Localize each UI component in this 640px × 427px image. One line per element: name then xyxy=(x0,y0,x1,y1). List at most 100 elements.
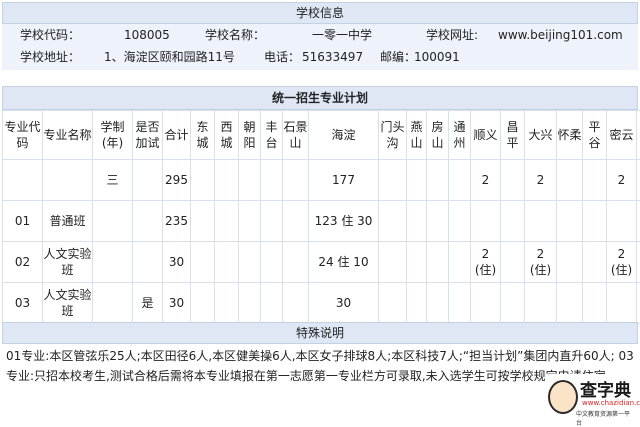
table-row: 03 人文实验班 是 30 30 xyxy=(3,283,640,324)
table-cell xyxy=(379,201,407,242)
school-postal-label: 邮编： xyxy=(380,46,416,68)
table-cell xyxy=(583,160,607,201)
watermark-tagline: 中文教育资源第一平台 xyxy=(576,409,634,427)
column-header: 房山 xyxy=(427,111,449,160)
table-cell xyxy=(283,160,309,201)
table-cell xyxy=(501,242,525,283)
table-cell xyxy=(501,201,525,242)
table-cell xyxy=(93,242,133,283)
school-address-label: 学校地址： xyxy=(20,46,80,68)
column-header: 石景山 xyxy=(283,111,309,160)
table-cell xyxy=(3,160,43,201)
table-cell: 235 xyxy=(163,201,191,242)
column-header: 延庆 xyxy=(637,111,640,160)
school-website-label: 学校网址: xyxy=(426,24,478,46)
table-cell xyxy=(501,160,525,201)
table-cell: 普通班 xyxy=(43,201,93,242)
table-cell xyxy=(239,201,261,242)
column-header: 海淀 xyxy=(309,111,379,160)
table-cell xyxy=(407,242,427,283)
table-cell xyxy=(283,201,309,242)
column-header: 西城 xyxy=(215,111,239,160)
school-code-value: 108005 xyxy=(124,24,170,46)
column-header: 密云 xyxy=(607,111,637,160)
column-header: 顺义 xyxy=(471,111,501,160)
table-cell xyxy=(133,242,163,283)
school-address-value: 1、海淀区颐和园路11号 xyxy=(104,46,235,68)
column-header: 平谷 xyxy=(583,111,607,160)
table-cell xyxy=(215,283,239,324)
table-cell xyxy=(215,160,239,201)
school-postal-value: 100091 xyxy=(414,46,460,68)
table-cell xyxy=(133,160,163,201)
table-cell xyxy=(449,160,471,201)
column-header: 燕山 xyxy=(407,111,427,160)
notes-text: 01专业:本区管弦乐25人;本区田径6人,本区健美操6人,本区女子排球8人;本区… xyxy=(2,344,638,424)
table-cell: 2 xyxy=(525,160,557,201)
table-cell xyxy=(637,160,640,201)
table-cell: 123 住 30 xyxy=(309,201,379,242)
table-cell xyxy=(471,283,501,324)
mascot-icon xyxy=(548,380,578,414)
school-code-label: 学校代码： xyxy=(20,24,80,46)
table-cell: 2 (住) xyxy=(525,242,557,283)
table-cell xyxy=(215,201,239,242)
table-row: 01 普通班 235 123 住 30 xyxy=(3,201,640,242)
table-cell xyxy=(637,242,640,283)
school-name-label: 学校名称： xyxy=(205,24,265,46)
table-cell xyxy=(407,201,427,242)
watermark-name: 查字典 xyxy=(580,376,631,401)
table-cell xyxy=(557,283,583,324)
table-cell xyxy=(607,283,637,324)
column-header: 是否加试 xyxy=(133,111,163,160)
school-info-row-1: 学校代码： 108005 学校名称： 一零一中学 学校网址: www.beiji… xyxy=(2,24,638,46)
table-cell: 295 xyxy=(163,160,191,201)
school-name-value: 一零一中学 xyxy=(312,24,372,46)
table-cell: 2 (住) xyxy=(471,242,501,283)
table-cell: 人文实验班 xyxy=(43,242,93,283)
table-cell xyxy=(191,160,215,201)
column-header: 学制(年) xyxy=(93,111,133,160)
table-cell xyxy=(583,283,607,324)
table-cell: 24 住 10 xyxy=(309,242,379,283)
table-cell xyxy=(471,201,501,242)
table-cell xyxy=(449,283,471,324)
column-header: 合计 xyxy=(163,111,191,160)
table-cell: 02 xyxy=(3,242,43,283)
plan-table-header-row: 专业代码 专业名称 学制(年) 是否加试 合计 东城 西城 朝阳 丰台 石景山 … xyxy=(3,111,640,160)
table-cell xyxy=(191,201,215,242)
table-cell xyxy=(407,283,427,324)
table-cell: 2 (住) xyxy=(607,242,637,283)
watermark-logo: 查字典 www.chazidian.com 中文教育资源第一平台 xyxy=(546,374,634,422)
table-cell xyxy=(583,201,607,242)
column-header: 大兴 xyxy=(525,111,557,160)
watermark-url: www.chazidian.com xyxy=(582,399,640,407)
table-cell xyxy=(239,160,261,201)
table-cell xyxy=(583,242,607,283)
table-cell: 2 xyxy=(471,160,501,201)
table-cell xyxy=(283,242,309,283)
table-cell xyxy=(557,201,583,242)
school-info-header: 学校信息 xyxy=(2,2,638,24)
table-cell xyxy=(637,201,640,242)
table-cell xyxy=(525,283,557,324)
table-cell xyxy=(637,283,640,324)
table-cell xyxy=(427,283,449,324)
table-cell: 03 xyxy=(3,283,43,324)
column-header: 通州 xyxy=(449,111,471,160)
table-cell xyxy=(557,242,583,283)
table-cell: 30 xyxy=(163,242,191,283)
table-cell: 30 xyxy=(309,283,379,324)
table-cell xyxy=(261,160,283,201)
school-website-link[interactable]: www.beijing101.com xyxy=(498,24,623,46)
column-header: 专业代码 xyxy=(3,111,43,160)
school-info-row-2: 学校地址： 1、海淀区颐和园路11号 电话： 51633497 邮编： 1000… xyxy=(2,46,638,70)
plan-header: 统一招生专业计划 xyxy=(2,86,638,110)
table-cell xyxy=(191,283,215,324)
table-row: 02 人文实验班 30 24 住 10 2 (住) 2 (住) xyxy=(3,242,640,283)
table-cell xyxy=(379,283,407,324)
table-cell xyxy=(215,242,239,283)
table-cell: 177 xyxy=(309,160,379,201)
table-cell: 01 xyxy=(3,201,43,242)
column-header: 门头沟 xyxy=(379,111,407,160)
